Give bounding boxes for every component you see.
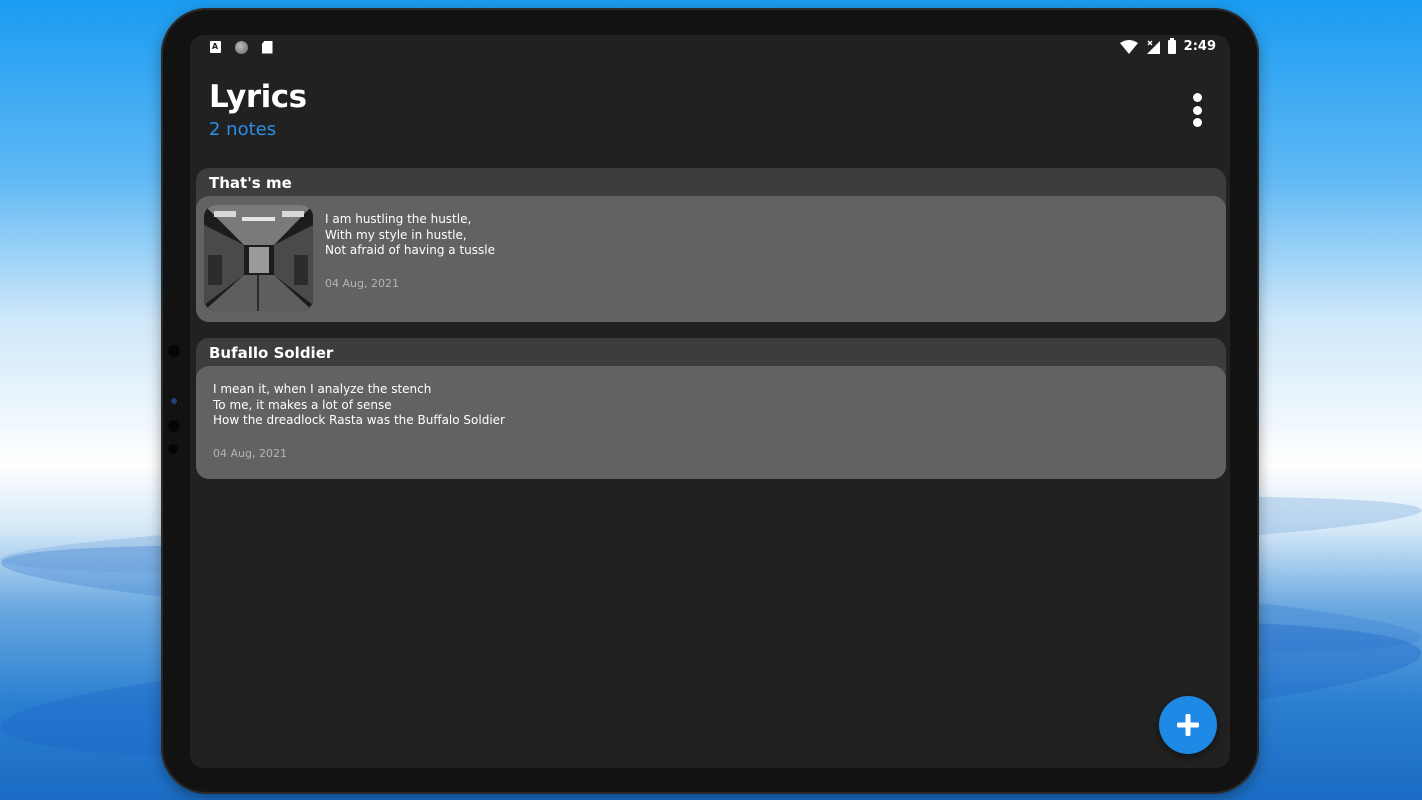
signal-icon: [1146, 40, 1160, 54]
note-text: I mean it, when I analyze the stench To …: [213, 382, 505, 427]
page-title: Lyrics: [209, 79, 307, 115]
more-vert-icon-dot: [1192, 105, 1202, 115]
more-vert-icon: [1192, 93, 1202, 102]
note-count: 2 notes: [209, 119, 277, 140]
circle-notification-icon: [234, 40, 248, 54]
note-card[interactable]: Bufallo Soldier I mean it, when I analyz…: [196, 338, 1226, 479]
camera-dot: [168, 444, 178, 454]
battery-icon: [1167, 37, 1176, 54]
camera-dot: [168, 420, 180, 432]
sd-card-icon: [260, 40, 274, 54]
add-note-button[interactable]: [1159, 696, 1217, 754]
note-body-panel[interactable]: I mean it, when I analyze the stench To …: [196, 366, 1226, 479]
a-notification-icon: A: [208, 40, 222, 54]
note-date: 04 Aug, 2021: [213, 447, 287, 460]
wifi-icon: [1119, 39, 1138, 54]
more-vert-icon-dot: [1192, 118, 1202, 127]
note-title: Bufallo Soldier: [209, 344, 334, 362]
note-image[interactable]: [204, 205, 313, 311]
app-screen: A 2:49 Lyrics 2 notes That's me I am hus…: [190, 35, 1230, 768]
more-options-button[interactable]: [1186, 93, 1208, 127]
note-body-panel[interactable]: I am hustling the hustle, With my style …: [196, 196, 1226, 322]
note-title: That's me: [209, 174, 292, 192]
camera-dot: [168, 345, 180, 357]
note-text: I am hustling the hustle, With my style …: [325, 212, 495, 257]
status-bar: A 2:49: [190, 35, 1230, 61]
note-card[interactable]: That's me I am hustling the hustle, With…: [196, 168, 1226, 322]
status-time: 2:49: [1183, 39, 1216, 54]
note-date: 04 Aug, 2021: [325, 277, 399, 290]
plus-icon: [1177, 714, 1199, 736]
sensor-dot: [171, 398, 177, 404]
